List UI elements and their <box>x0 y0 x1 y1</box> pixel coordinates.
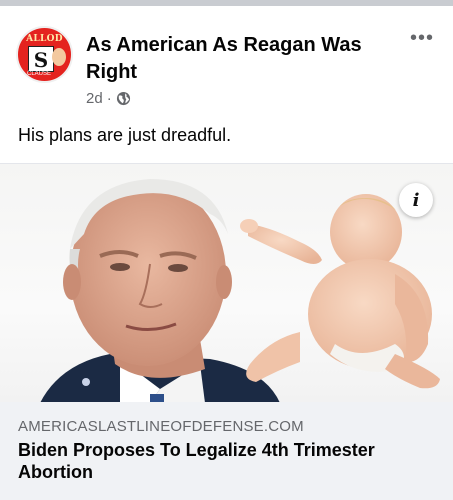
post-meta: 2d · <box>86 90 131 107</box>
globe-icon <box>116 91 130 106</box>
link-domain: AMERICASLASTLINEOFDEFENSE.COM <box>18 418 304 435</box>
feed-divider <box>0 0 453 6</box>
info-button[interactable]: i <box>399 183 433 217</box>
avatar-logo-text: ALLOD <box>26 34 63 44</box>
meta-separator: · <box>106 90 112 107</box>
post-timestamp[interactable]: 2d <box>86 90 103 107</box>
page-name-link[interactable]: As American As Reagan Was Right <box>86 32 404 86</box>
post-message: His plans are just dreadful. <box>18 125 232 145</box>
avatar-badge: S <box>28 46 54 72</box>
link-title[interactable]: Biden Proposes To Legalize 4th Trimester… <box>18 439 438 483</box>
link-image[interactable] <box>0 163 453 403</box>
avatar-face <box>52 48 66 66</box>
page-avatar[interactable]: ALLOD S CLAUSE <box>16 26 73 83</box>
link-image-art <box>40 179 440 403</box>
avatar-bottom-text: CLAUSE <box>27 71 52 77</box>
more-options-button[interactable]: ••• <box>410 27 434 50</box>
avatar-badge-letter: S <box>33 48 49 72</box>
